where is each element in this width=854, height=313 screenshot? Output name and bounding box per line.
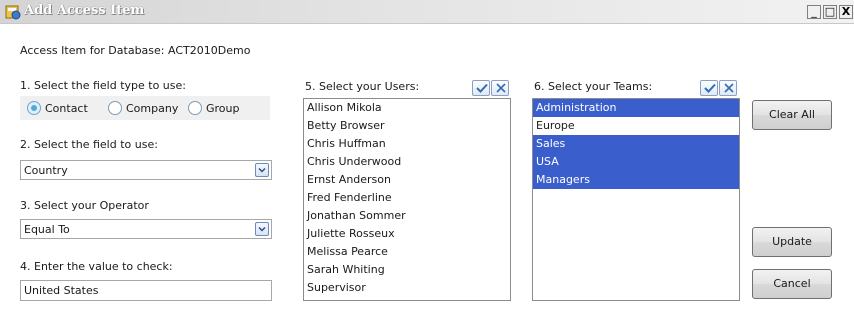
list-item[interactable]: Managers <box>533 171 739 189</box>
radio-group-option[interactable]: Group <box>188 101 240 115</box>
list-item[interactable]: USA <box>533 153 739 171</box>
clear-all-button[interactable]: Clear All <box>752 100 832 130</box>
list-item[interactable]: Juliette Rosseux <box>304 225 510 243</box>
cancel-button[interactable]: Cancel <box>752 269 832 299</box>
list-item[interactable]: Fred Fenderline <box>304 189 510 207</box>
operator-label: 3. Select your Operator <box>20 199 149 212</box>
radio-unchecked-icon <box>188 101 202 115</box>
checkmark-icon <box>476 83 488 93</box>
teams-label: 6. Select your Teams: <box>534 80 653 93</box>
field-select[interactable]: Country <box>20 160 272 180</box>
close-button[interactable]: X <box>839 5 853 19</box>
window-title: Add Access Item <box>24 3 145 18</box>
teams-listbox[interactable]: Administration Europe Sales USA Managers <box>532 98 740 301</box>
value-field[interactable] <box>20 280 272 301</box>
operator-select[interactable]: Equal To <box>20 219 272 239</box>
chevron-down-icon[interactable] <box>255 163 269 177</box>
minimize-button[interactable]: _ <box>807 5 821 19</box>
clear-users-button[interactable] <box>491 80 509 96</box>
operator-select-value: Equal To <box>24 223 70 236</box>
database-name: ACT2010Demo <box>168 44 251 57</box>
list-item[interactable]: Betty Browser <box>304 117 510 135</box>
list-item[interactable]: Sarah Whiting <box>304 261 510 279</box>
radio-company-label: Company <box>126 101 179 115</box>
select-all-users-button[interactable] <box>472 80 490 96</box>
list-item[interactable]: Sales <box>533 135 739 153</box>
list-item[interactable]: Europe <box>533 117 739 135</box>
list-item[interactable]: Jonathan Sommer <box>304 207 510 225</box>
field-type-radio-group: Contact Company Group <box>20 96 270 120</box>
list-item[interactable]: Chris Underwood <box>304 153 510 171</box>
select-all-teams-button[interactable] <box>700 80 718 96</box>
chevron-down-icon[interactable] <box>255 222 269 236</box>
radio-contact[interactable]: Contact <box>27 101 88 115</box>
database-label-text: Access Item for Database: <box>20 44 165 57</box>
list-item[interactable]: Supervisor <box>304 279 510 297</box>
list-item[interactable]: Allison Mikola <box>304 99 510 117</box>
radio-group-label: Group <box>206 101 240 115</box>
users-label: 5. Select your Users: <box>305 80 420 93</box>
update-button[interactable]: Update <box>752 227 832 257</box>
maximize-button[interactable]: □ <box>823 5 837 19</box>
list-item[interactable]: Administration <box>533 99 739 117</box>
radio-contact-label: Contact <box>45 101 88 115</box>
radio-unchecked-icon <box>108 101 122 115</box>
value-input[interactable] <box>21 281 261 299</box>
field-select-value: Country <box>24 164 68 177</box>
radio-checked-icon <box>27 101 41 115</box>
field-type-label: 1. Select the field type to use: <box>20 79 186 92</box>
radio-company[interactable]: Company <box>108 101 178 115</box>
users-listbox[interactable]: Allison Mikola Betty Browser Chris Huffman… <box>303 98 511 301</box>
list-item[interactable]: Chris Huffman <box>304 135 510 153</box>
checkmark-icon <box>704 83 716 93</box>
list-item[interactable]: Melissa Pearce <box>304 243 510 261</box>
list-item[interactable]: Ernst Anderson <box>304 171 510 189</box>
app-icon <box>5 5 21 20</box>
x-icon <box>724 83 734 93</box>
value-label: 4. Enter the value to check: <box>20 260 173 273</box>
database-label: Access Item for Database: ACT2010Demo <box>20 44 250 57</box>
title-bar: Add Access Item _ □ X <box>0 0 854 24</box>
clear-teams-button[interactable] <box>719 80 737 96</box>
x-icon <box>496 83 506 93</box>
field-label: 2. Select the field to use: <box>20 138 158 151</box>
